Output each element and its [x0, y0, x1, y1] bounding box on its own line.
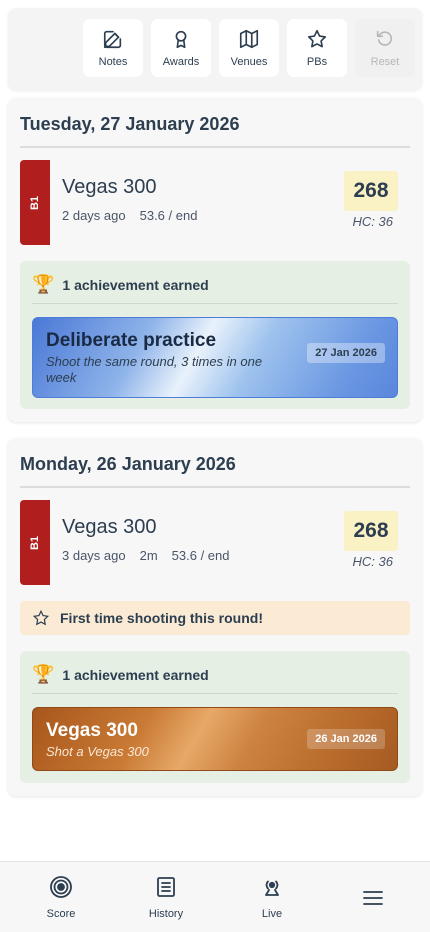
- achievements-count-label: 1 achievement earned: [62, 666, 209, 683]
- achievements-panel: 🏆 1 achievement earned Vegas 300 Shot a …: [20, 651, 410, 783]
- nav-history-label: History: [148, 908, 184, 920]
- first-time-text: First time shooting this round!: [60, 610, 263, 626]
- achievement-title: Vegas 300: [46, 720, 138, 741]
- edit-icon: [103, 30, 122, 49]
- score-entry[interactable]: B1 Vegas 300 2 days ago 53.6 / end 268 HC…: [20, 160, 410, 246]
- notes-button[interactable]: Notes: [83, 19, 143, 77]
- average-per-end: 53.6 / end: [171, 548, 230, 563]
- handicap: HC: 36: [352, 554, 393, 569]
- round-name: Vegas 300: [62, 516, 157, 538]
- day-title: Tuesday, 27 January 2026: [20, 114, 240, 134]
- menu-icon: [363, 891, 383, 905]
- target-icon: [50, 876, 72, 898]
- time-ago: 3 days ago: [62, 548, 126, 563]
- round-name: Vegas 300: [62, 176, 157, 198]
- entry-meta: 2 days ago 53.6 / end: [62, 208, 211, 223]
- achievements-count-label: 1 achievement earned: [62, 276, 209, 293]
- nav-score[interactable]: Score: [36, 862, 86, 932]
- awards-label: Awards: [162, 56, 200, 68]
- nav-live-label: Live: [261, 908, 283, 920]
- divider: [20, 486, 410, 488]
- day-title: Monday, 26 January 2026: [20, 454, 236, 474]
- pbs-label: PBs: [306, 56, 328, 68]
- score-value: 268: [344, 511, 398, 551]
- star-icon: [307, 29, 327, 48]
- reset-label: Reset: [370, 56, 400, 68]
- day-card-tuesday: Tuesday, 27 January 2026 B1 Vegas 300 2 …: [8, 98, 422, 422]
- nav-score-label: Score: [46, 908, 76, 920]
- live-icon: [265, 880, 279, 896]
- achievement-subtitle: Shot a Vegas 300: [46, 744, 149, 759]
- achievements-panel: 🏆 1 achievement earned Deliberate practi…: [20, 261, 410, 409]
- time-ago: 2 days ago: [62, 208, 126, 223]
- bottom-navigation: Score History Live: [0, 861, 430, 932]
- achievement-card[interactable]: Deliberate practice Shoot the same round…: [32, 317, 398, 398]
- awards-button[interactable]: Awards: [151, 19, 211, 77]
- entry-meta: 3 days ago 2m 53.6 / end: [62, 548, 244, 563]
- achievement-subtitle: Shoot the same round, 3 times in one wee…: [46, 354, 263, 385]
- nav-menu[interactable]: [348, 862, 398, 932]
- face-tag: B1: [20, 500, 50, 585]
- handicap: HC: 36: [352, 214, 393, 229]
- face-tag: B1: [20, 160, 50, 245]
- star-outline-icon: [32, 609, 50, 626]
- divider: [32, 303, 398, 304]
- duration: 2m: [139, 548, 158, 563]
- venues-button[interactable]: Venues: [219, 19, 279, 77]
- reset-icon: [376, 30, 393, 46]
- achievements-header: 🏆 1 achievement earned: [32, 274, 209, 295]
- reset-button[interactable]: Reset: [355, 19, 415, 77]
- trophy-icon: 🏆: [32, 274, 55, 294]
- award-icon: [175, 30, 187, 49]
- average-per-end: 53.6 / end: [139, 208, 198, 223]
- divider: [20, 146, 410, 148]
- history-icon: [157, 877, 175, 897]
- nav-history[interactable]: History: [141, 862, 191, 932]
- achievement-date: 27 Jan 2026: [307, 343, 385, 363]
- achievements-header: 🏆 1 achievement earned: [32, 664, 209, 685]
- first-time-banner: First time shooting this round!: [20, 601, 410, 635]
- action-toolbar: Notes Awards Venues PBs Reset: [8, 8, 422, 90]
- notes-label: Notes: [98, 56, 128, 68]
- score-value: 268: [344, 171, 398, 211]
- divider: [32, 693, 398, 694]
- venues-label: Venues: [230, 56, 268, 68]
- achievement-date: 26 Jan 2026: [307, 729, 385, 749]
- day-card-monday: Monday, 26 January 2026 B1 Vegas 300 3 d…: [8, 438, 422, 796]
- map-icon: [239, 29, 259, 49]
- trophy-icon: 🏆: [32, 664, 55, 684]
- achievement-card[interactable]: Vegas 300 Shot a Vegas 300 26 Jan 2026: [32, 707, 398, 771]
- achievement-title: Deliberate practice: [46, 330, 217, 351]
- score-entry[interactable]: B1 Vegas 300 3 days ago 2m 53.6 / end 268 …: [20, 500, 410, 586]
- nav-live[interactable]: Live: [247, 862, 297, 932]
- pbs-button[interactable]: PBs: [287, 19, 347, 77]
